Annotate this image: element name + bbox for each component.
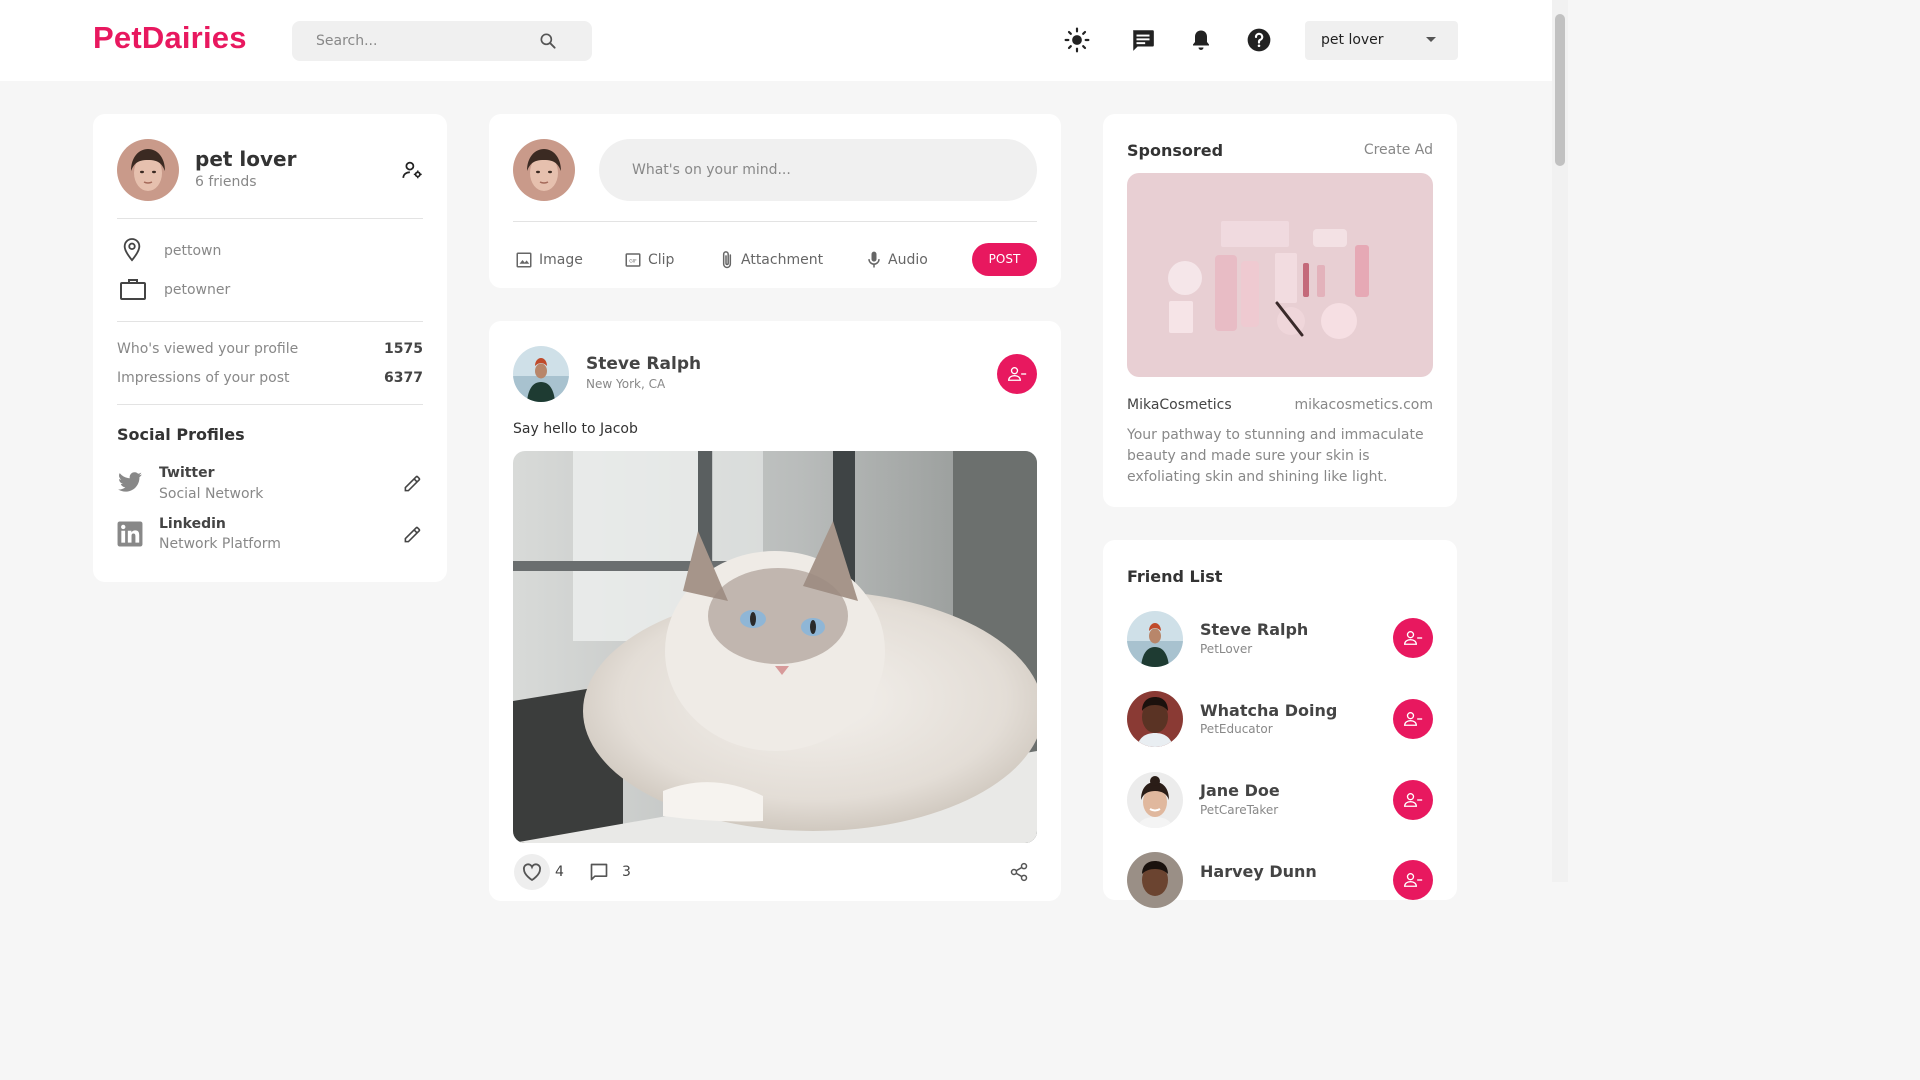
social-linkedin-name[interactable]: Linkedin [159, 516, 226, 532]
messages-icon[interactable] [1129, 26, 1157, 54]
add-clip-button[interactable]: GIF Clip [624, 249, 674, 271]
stat-value-profile-views: 1575 [384, 341, 423, 357]
user-dropdown[interactable]: pet lover [1305, 21, 1458, 60]
social-profiles-title: Social Profiles [117, 425, 245, 444]
divider [513, 221, 1037, 222]
friend-role: PetCareTaker [1200, 803, 1279, 817]
notifications-bell-icon[interactable] [1187, 26, 1215, 54]
friend-list-title: Friend List [1127, 567, 1223, 586]
svg-text:GIF: GIF [629, 258, 637, 264]
friend-avatar[interactable] [1127, 691, 1183, 747]
post-author-avatar[interactable] [513, 346, 569, 402]
share-icon[interactable] [1009, 862, 1029, 882]
add-audio-label: Audio [888, 252, 928, 268]
like-heart-icon[interactable] [514, 854, 550, 890]
search-input[interactable] [292, 21, 532, 61]
unfriend-button[interactable] [1393, 618, 1433, 658]
friend-name[interactable]: Jane Doe [1200, 781, 1280, 800]
unfriend-button[interactable] [1393, 860, 1433, 900]
post-author-location: New York, CA [586, 377, 666, 391]
friend-name[interactable]: Whatcha Doing [1200, 701, 1337, 720]
twitter-icon [118, 472, 142, 492]
sponsor-brand: MikaCosmetics [1127, 397, 1232, 413]
unfriend-button[interactable] [1393, 699, 1433, 739]
gif-icon: GIF [625, 253, 641, 267]
profile-occupation: petowner [164, 282, 231, 298]
post-button[interactable]: POST [972, 243, 1037, 276]
composer-avatar [513, 139, 575, 201]
image-icon [516, 252, 532, 268]
stat-label-profile-views: Who's viewed your profile [117, 341, 299, 357]
social-twitter-name[interactable]: Twitter [159, 465, 215, 481]
person-remove-icon [1403, 631, 1423, 645]
help-icon[interactable] [1245, 26, 1273, 54]
sponsored-ad-image[interactable] [1127, 173, 1433, 377]
comment-count: 3 [622, 864, 631, 880]
divider [117, 218, 423, 219]
unfriend-button[interactable] [1393, 780, 1433, 820]
manage-accounts-icon[interactable] [402, 161, 423, 179]
social-linkedin-type: Network Platform [159, 536, 281, 552]
sponsored-title: Sponsored [1127, 141, 1224, 160]
social-twitter-type: Social Network [159, 486, 264, 502]
friend-name[interactable]: Steve Ralph [1200, 620, 1308, 639]
add-attachment-label: Attachment [741, 252, 824, 268]
search-box [292, 21, 592, 61]
top-navbar: PetDairies pet lover [0, 0, 1552, 81]
post-author-name[interactable]: Steve Ralph [586, 354, 701, 374]
post-text: Say hello to Jacob [513, 421, 638, 437]
post-text-input[interactable] [599, 139, 1037, 201]
scrollbar-thumb[interactable] [1555, 14, 1565, 166]
profile-avatar[interactable] [117, 139, 179, 201]
search-icon[interactable] [538, 31, 558, 51]
post-image-cat[interactable] [513, 451, 1037, 843]
paperclip-icon [722, 251, 732, 269]
chevron-down-icon [1426, 37, 1436, 42]
microphone-icon [868, 251, 880, 268]
friend-avatar[interactable] [1127, 772, 1183, 828]
profile-friends-count[interactable]: 6 friends [195, 174, 257, 190]
friend-avatar[interactable] [1127, 852, 1183, 908]
person-remove-icon [1007, 367, 1027, 381]
friend-role: PetLover [1200, 642, 1253, 656]
person-remove-icon [1403, 793, 1423, 807]
user-dropdown-value: pet lover [1321, 32, 1384, 48]
light-mode-icon[interactable] [1063, 26, 1091, 54]
location-pin-icon [123, 238, 141, 262]
friend-role: PetEducator [1200, 722, 1273, 736]
add-audio-button[interactable]: Audio [866, 249, 928, 271]
comment-icon[interactable] [589, 862, 609, 882]
friend-avatar[interactable] [1127, 611, 1183, 667]
linkedin-icon [117, 521, 143, 547]
like-count: 4 [555, 864, 564, 880]
stat-label-impressions: Impressions of your post [117, 370, 290, 386]
profile-location: pettown [164, 243, 222, 259]
person-remove-icon [1403, 712, 1423, 726]
sponsor-description: Your pathway to stunning and immaculate … [1127, 427, 1424, 485]
stat-value-impressions: 6377 [384, 370, 423, 386]
add-image-button[interactable]: Image [515, 249, 583, 271]
add-clip-label: Clip [648, 252, 675, 268]
edit-pencil-icon[interactable] [403, 474, 422, 493]
edit-pencil-icon[interactable] [403, 525, 422, 544]
profile-name[interactable]: pet lover [195, 147, 296, 171]
create-ad-link[interactable]: Create Ad [1343, 142, 1433, 158]
sponsor-url[interactable]: mikacosmetics.com [1283, 397, 1434, 413]
unfriend-button[interactable] [997, 354, 1037, 394]
briefcase-icon [120, 279, 146, 300]
add-image-label: Image [539, 252, 583, 268]
person-remove-icon [1403, 873, 1423, 887]
app-logo[interactable]: PetDairies [93, 20, 247, 56]
add-attachment-button[interactable]: Attachment [719, 249, 823, 271]
friend-name[interactable]: Harvey Dunn [1200, 862, 1317, 881]
divider [117, 404, 423, 405]
divider [117, 321, 423, 322]
